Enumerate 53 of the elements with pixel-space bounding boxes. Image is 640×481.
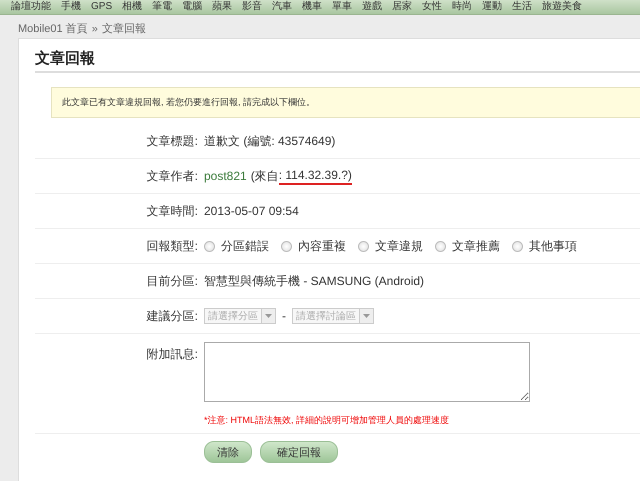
nav-link[interactable]: 論壇功能 (6, 0, 56, 14)
nav-link[interactable]: 時尚 (447, 0, 478, 14)
nav-link[interactable]: GPS (86, 0, 118, 14)
nav-link[interactable]: 機車 (297, 0, 328, 14)
field-label: 回報類型: (146, 238, 198, 254)
breadcrumb-current: 文章回報 (102, 22, 146, 36)
nav-link[interactable]: 相機 (117, 0, 148, 14)
nav-link[interactable]: 蘋果 (207, 0, 238, 14)
nav-link[interactable]: 影音 (237, 0, 268, 14)
field-value: 2013-05-07 09:54 (204, 204, 299, 218)
radio-button[interactable] (358, 240, 369, 252)
nav-link[interactable]: 生活 (507, 0, 538, 14)
field-label: 目前分區: (146, 272, 198, 290)
dropdown-arrow-icon (363, 314, 370, 318)
field-label: 文章時間: (146, 202, 198, 220)
nav-link[interactable]: 居家 (387, 0, 418, 14)
field-value: 道歉文 (編號: 43574649) (204, 132, 336, 150)
radio-label[interactable]: 文章違規 (375, 238, 423, 254)
field-value: 智慧型與傳統手機 - SAMSUNG (Android) (204, 272, 424, 290)
message-textarea[interactable] (204, 342, 530, 402)
nav-link[interactable]: 女性 (417, 0, 448, 14)
radio-label[interactable]: 文章推薦 (452, 238, 500, 254)
form-button[interactable]: 清除 (204, 441, 252, 463)
radio-button[interactable] (281, 240, 292, 252)
separator-text: - (282, 309, 286, 323)
nav-link[interactable]: 手機 (56, 0, 86, 14)
nav-link[interactable]: 單車 (327, 0, 358, 14)
breadcrumb-separator: » (92, 22, 98, 34)
nav-link[interactable]: 運動 (477, 0, 508, 14)
page-title: 文章回報 (35, 49, 640, 73)
radio-button[interactable] (435, 240, 446, 252)
field-label: 附加訊息: (146, 346, 198, 363)
ip-address: : 114.32.39.?) (278, 168, 352, 184)
radio-label[interactable]: 內容重複 (298, 238, 346, 254)
form-button[interactable]: 確定回報 (260, 441, 338, 463)
note-text: *注意: HTML語法無效, 詳細的說明可增加管理人員的處理速度 (204, 414, 450, 427)
field-value: (來自 (250, 168, 279, 184)
field-label: 建議分區: (146, 308, 198, 324)
field-label: 文章作者: (146, 168, 198, 184)
dropdown-arrow-icon (265, 314, 272, 318)
nav-link[interactable]: 筆電 (147, 0, 178, 14)
radio-label[interactable]: 分區錯誤 (221, 238, 269, 254)
author-link[interactable]: post821 (204, 169, 247, 183)
nav-link[interactable]: 汽車 (267, 0, 298, 14)
radio-button[interactable] (204, 240, 215, 252)
radio-button[interactable] (512, 240, 523, 252)
nav-link[interactable]: 遊戲 (357, 0, 388, 14)
breadcrumb-link[interactable]: Mobile01 首頁 (18, 21, 88, 36)
nav-link[interactable]: 旅遊美食 (537, 0, 588, 14)
field-label: 文章標題: (146, 132, 198, 150)
notice-text: 此文章已有文章違規回報, 若您仍要進行回報, 請完成以下欄位。 (62, 97, 316, 107)
radio-label[interactable]: 其他事項 (529, 238, 577, 254)
nav-link[interactable]: 電腦 (177, 0, 208, 14)
